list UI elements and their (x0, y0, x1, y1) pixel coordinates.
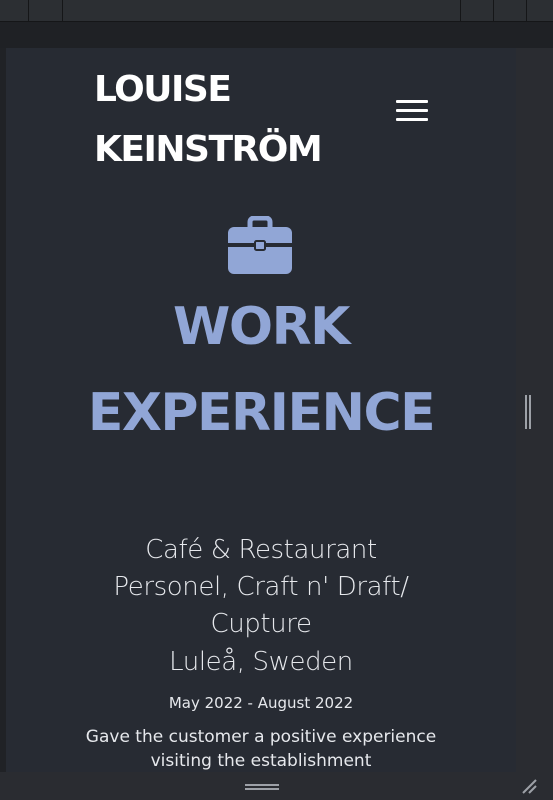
section-title: WORK EXPERIENCE (6, 284, 516, 456)
job-title-line: Personel, Craft n' Draft/ (113, 572, 409, 602)
emulated-viewport: LOUISE KEINSTRÖM WORK EXPERIENCE Café & … (6, 48, 516, 772)
toolbar-spacer (0, 22, 553, 48)
section-title-line: EXPERIENCE (87, 383, 436, 443)
toolbar-segment[interactable] (28, 0, 62, 22)
briefcase-icon (228, 216, 292, 274)
resize-corner-icon[interactable] (520, 778, 538, 794)
job-title-line: Café & Restaurant (145, 535, 377, 565)
devtools-toolbar (0, 0, 553, 22)
toolbar-segment[interactable] (62, 0, 460, 22)
viewport-right-gutter (516, 48, 553, 772)
brand-last-name: KEINSTRÖM (94, 129, 323, 170)
job-description: Gave the customer a positive experience … (85, 727, 437, 771)
site-brand[interactable]: LOUISE KEINSTRÖM (94, 60, 334, 180)
resize-handle-bottom[interactable] (245, 784, 279, 790)
job-title-line: Cupture (210, 609, 312, 639)
resize-handle-right[interactable] (525, 395, 531, 429)
brand-first-name: LOUISE (94, 69, 232, 110)
menu-bar (396, 109, 428, 112)
job-dates: May 2022 - August 2022 (168, 694, 354, 712)
job-location: Luleå, Sweden (169, 647, 353, 677)
hamburger-menu-icon[interactable] (396, 98, 428, 124)
toolbar-segment[interactable] (493, 0, 526, 22)
job-title: Café & Restaurant Personel, Craft n' Dra… (56, 532, 466, 643)
menu-bar (396, 100, 428, 103)
toolbar-segment[interactable] (526, 0, 553, 22)
section-title-line: WORK (173, 297, 350, 357)
toolbar-segment[interactable] (460, 0, 493, 22)
menu-bar (396, 118, 428, 121)
